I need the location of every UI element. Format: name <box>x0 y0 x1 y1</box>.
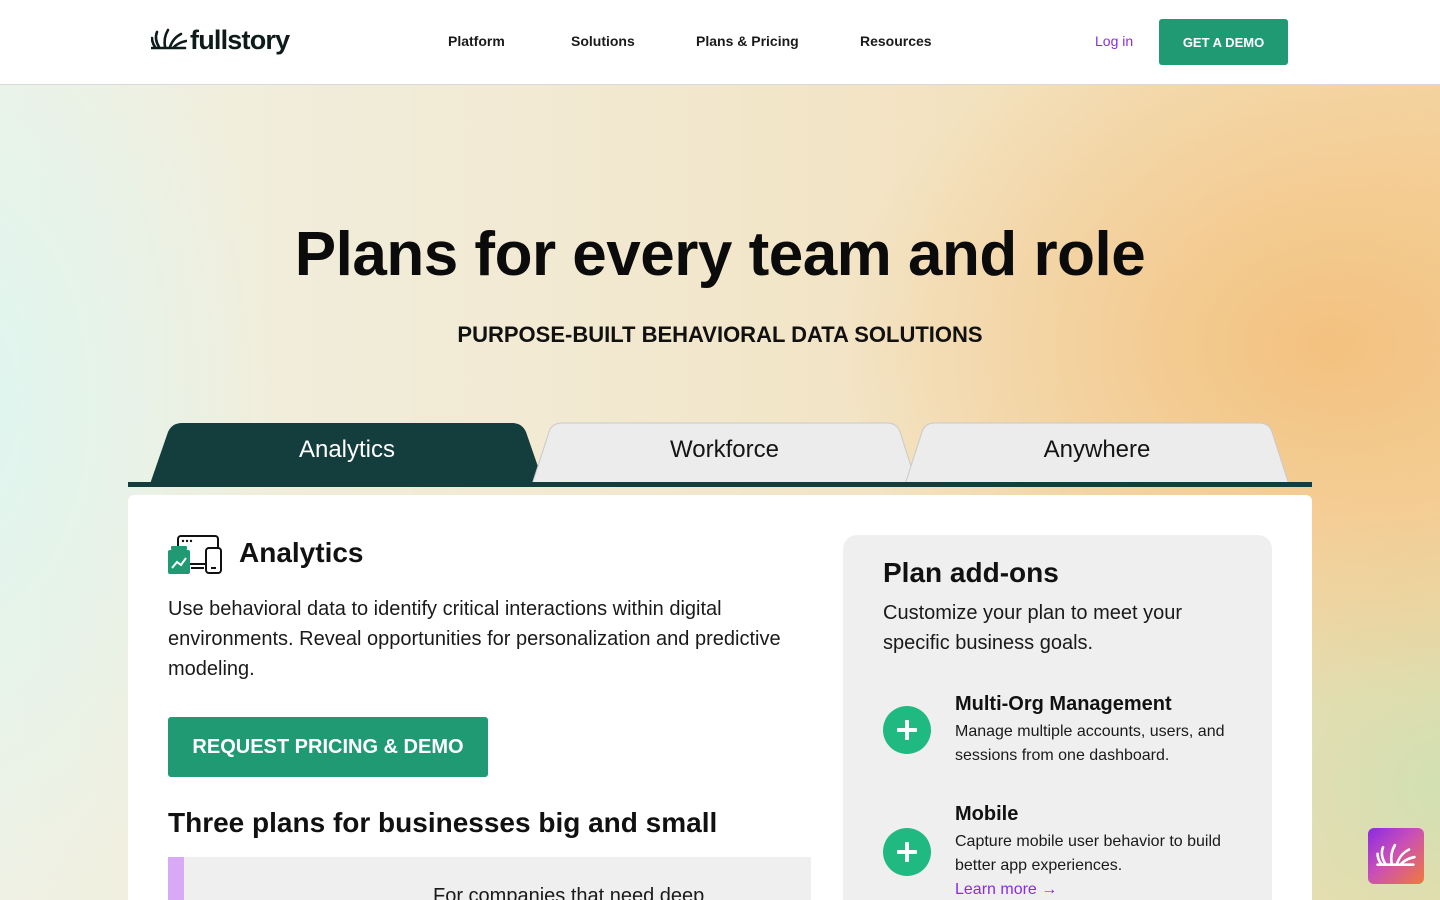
tab-anywhere-label: Anywhere <box>1043 436 1151 463</box>
nav-resources[interactable]: Resources <box>860 32 932 50</box>
page-title: Plans for every team and role <box>294 220 1146 289</box>
addon-mobile-description: Capture mobile user behavior to build be… <box>955 833 1221 874</box>
tab-anywhere[interactable]: Anywhere <box>905 422 1289 484</box>
plan-tier-accent <box>168 857 184 900</box>
addon-multi-org-description: Manage multiple accounts, users, and ses… <box>955 723 1225 764</box>
plus-icon[interactable] <box>883 706 931 754</box>
logo-wordmark: fullstory <box>190 25 290 55</box>
tab-workforce-label: Workforce <box>670 436 779 463</box>
nav-platform[interactable]: Platform <box>448 32 505 50</box>
addons-description: Customize your plan to meet your specifi… <box>883 602 1183 654</box>
nav-solutions[interactable]: Solutions <box>571 32 635 50</box>
login-link[interactable]: Log in <box>1095 32 1133 50</box>
tab-underline <box>128 482 1312 487</box>
devices-chart-icon <box>168 535 222 574</box>
tab-workforce[interactable]: Workforce <box>532 422 917 484</box>
fullstory-widget-button[interactable] <box>1368 828 1424 884</box>
addon-mobile-title: Mobile <box>955 803 1019 825</box>
fullstory-logo[interactable]: fullstory <box>151 25 290 55</box>
get-demo-button[interactable]: GET A DEMO <box>1159 19 1288 65</box>
plus-glyph <box>897 720 917 740</box>
plus-glyph <box>897 842 917 862</box>
nav-plans-pricing[interactable]: Plans & Pricing <box>696 32 799 50</box>
analytics-description: Use behavioral data to identify critical… <box>168 598 781 680</box>
request-pricing-demo-button[interactable]: REQUEST PRICING & DEMO <box>168 717 488 777</box>
tab-analytics-label: Analytics <box>298 436 396 463</box>
page-subtitle: PURPOSE-BUILT BEHAVIORAL DATA SOLUTIONS <box>457 322 983 347</box>
plans-heading: Three plans for businesses big and small <box>168 807 718 838</box>
tab-analytics[interactable]: Analytics <box>150 422 544 484</box>
addon-multi-org-title: Multi-Org Management <box>955 693 1172 715</box>
analytics-heading: Analytics <box>239 537 364 568</box>
addons-heading: Plan add-ons <box>883 557 1059 588</box>
plan-tier-teaser: For companies that need deep <box>433 885 705 900</box>
fullstory-burst-icon <box>151 28 187 50</box>
plus-icon[interactable] <box>883 828 931 876</box>
site-header: fullstory Platform Solutions Plans & Pri… <box>0 0 1440 85</box>
fullstory-burst-icon <box>1376 843 1416 866</box>
learn-more-link[interactable]: Learn more → <box>955 878 1057 900</box>
